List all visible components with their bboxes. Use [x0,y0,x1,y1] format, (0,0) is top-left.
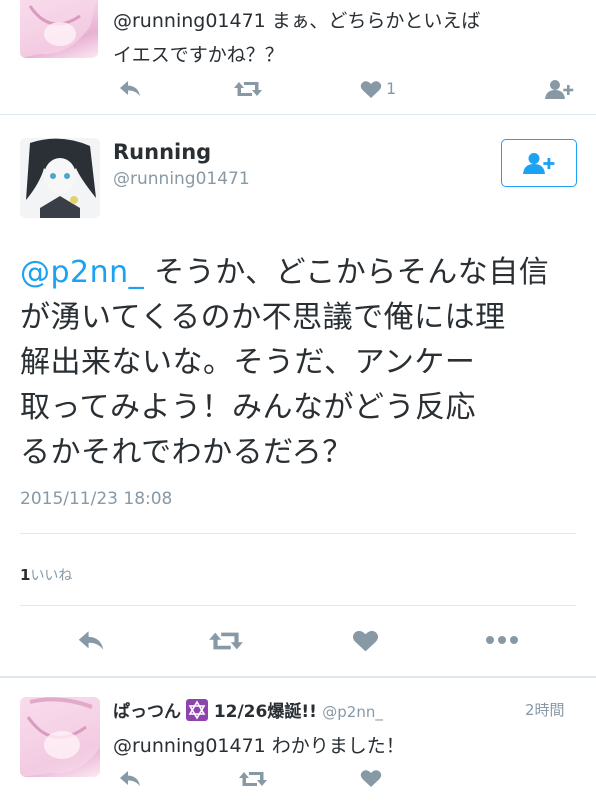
top-tweet-line1: @running01471 まぁ、どちらかといえば [113,10,481,32]
likes-label: いいね [30,568,73,584]
follow-button[interactable] [501,139,577,187]
tweet-line-1-text: そうか、どこからそんな自信 [144,255,550,290]
divider-top [0,114,596,115]
tweet-line-3: 解出来ないな。そうだ、アンケー [20,345,476,380]
likes-summary[interactable]: 1いいね [20,565,72,585]
user-handle[interactable]: @running01471 [113,169,250,189]
avatar-reply[interactable] [20,697,100,777]
retweet-icon[interactable] [233,79,263,99]
heart-icon[interactable] [360,769,382,788]
top-tweet-line2: イエスですかね？？ [113,44,284,66]
reply-icon[interactable] [119,770,141,788]
star-of-david-icon [186,699,209,721]
reply-time[interactable]: 2時間 [525,699,565,720]
likes-count: 1 [20,566,31,584]
follow-icon [523,153,555,174]
reply-header: ぱっつん 12/26爆誕!! @p2nn_ [113,697,383,722]
reply-display-name[interactable]: ぱっつん [113,702,181,722]
top-like-count: 1 [386,79,397,98]
tweet-line-2: が湧いてくるのか不思議で俺には理 [20,300,506,335]
reply-text: @running01471 わかりました！ [113,735,405,757]
tweet-line-5: るかそれでわかるだろ？ [20,435,353,470]
timestamp[interactable]: 2015/11/23 18:08 [20,489,172,509]
avatar-top-tweet[interactable] [20,0,98,58]
avatar-running[interactable] [20,138,100,218]
reply-icon[interactable] [77,630,105,652]
divider-main [0,676,596,678]
more-icon[interactable] [485,634,519,646]
follow-icon[interactable] [545,79,575,99]
display-name[interactable]: Running [113,140,211,164]
tweet-line-4: 取ってみよう！みんながどう反応 [20,390,476,425]
reply-icon[interactable] [119,80,141,98]
heart-icon[interactable] [360,80,382,99]
reply-name-suffix: 12/26爆誕!! [213,702,317,722]
divider-likes [20,605,576,606]
retweet-icon[interactable] [208,629,244,653]
reply-handle[interactable]: @p2nn_ [322,703,383,721]
top-tweet-text: @running01471 まぁ、どちらかといえば イエスですかね？？ [113,4,583,72]
retweet-icon[interactable] [238,769,268,789]
tweet-text: @p2nn_ そうか、どこからそんな自信 が湧いてくるのか不思議で俺には理 解出… [20,250,580,475]
mention-link[interactable]: @p2nn_ [20,255,144,290]
divider-timestamp [20,533,576,534]
heart-icon[interactable] [352,629,379,653]
tweet-line-1: @p2nn_ そうか、どこからそんな自信 [20,250,580,295]
